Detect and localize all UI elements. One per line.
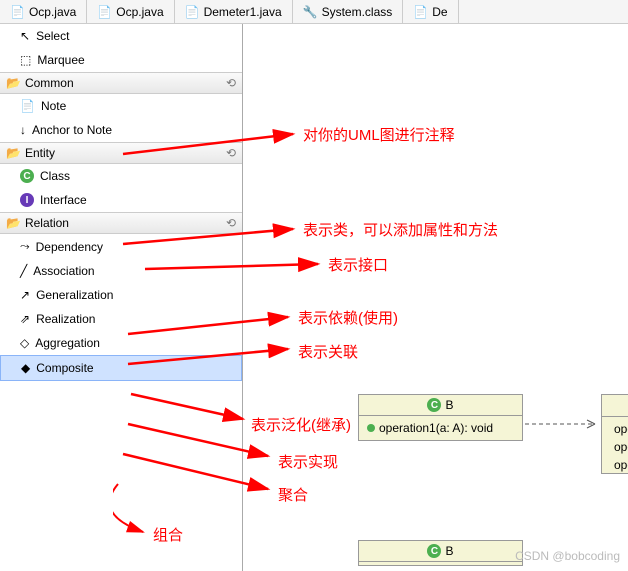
group-common[interactable]: 📂 Common ⟲ bbox=[0, 72, 242, 94]
item-label: Composite bbox=[36, 361, 93, 375]
note-icon: 📄 bbox=[20, 99, 35, 113]
palette: ↖ Select ⬚ Marquee 📂 Common ⟲ 📄 Note ↓ Anchor … bbox=[0, 24, 243, 571]
group-entity[interactable]: 📂 Entity ⟲ bbox=[0, 142, 242, 164]
uml-operation: ope bbox=[614, 422, 628, 436]
tab-label: Demeter1.java bbox=[204, 5, 282, 19]
annotation-composite: 组合 bbox=[153, 524, 183, 545]
group-label: Entity bbox=[25, 146, 55, 160]
palette-composite[interactable]: ◆ Composite bbox=[0, 355, 242, 381]
palette-anchor[interactable]: ↓ Anchor to Note bbox=[0, 118, 242, 142]
realization-icon: ⇗ bbox=[20, 312, 30, 326]
palette-dependency[interactable]: ⤳ Dependency bbox=[0, 234, 242, 259]
item-label: Note bbox=[41, 99, 66, 113]
java-file-icon: 📄 bbox=[413, 5, 428, 19]
tab-file[interactable]: 🔧 System.class bbox=[293, 0, 404, 23]
aggregation-icon: ◇ bbox=[20, 336, 29, 350]
class-icon: C bbox=[427, 398, 441, 412]
palette-marquee[interactable]: ⬚ Marquee bbox=[0, 48, 242, 72]
dependency-connector bbox=[525, 418, 605, 430]
tab-label: De bbox=[432, 5, 447, 19]
item-label: Interface bbox=[40, 193, 87, 207]
tab-label: Ocp.java bbox=[116, 5, 163, 19]
java-file-icon: 📄 bbox=[97, 5, 112, 19]
annotation-association: 表示关联 bbox=[298, 341, 358, 362]
tab-file[interactable]: 📄 Ocp.java bbox=[87, 0, 174, 23]
watermark: CSDN @bobcoding bbox=[515, 549, 620, 563]
uml-class-body: operation1(a: A): void bbox=[359, 416, 522, 440]
tab-label: System.class bbox=[322, 5, 393, 19]
composite-icon: ◆ bbox=[21, 361, 30, 375]
dependency-icon: ⤳ bbox=[20, 239, 30, 254]
uml-operation: ope bbox=[614, 458, 628, 472]
tab-file[interactable]: 📄 De bbox=[403, 0, 458, 23]
diagram-canvas[interactable]: 对你的UML图进行注释 表示类，可以添加属性和方法 表示接口 表示依赖(使用) … bbox=[243, 24, 628, 571]
item-label: Anchor to Note bbox=[32, 123, 112, 137]
tab-file[interactable]: 📄 Demeter1.java bbox=[175, 0, 293, 23]
palette-interface[interactable]: I Interface bbox=[0, 188, 242, 212]
uml-class-box-partial[interactable]: ope ope ope bbox=[601, 394, 628, 474]
editor-tabs: 📄 Ocp.java 📄 Ocp.java 📄 Demeter1.java 🔧 Syst… bbox=[0, 0, 628, 24]
palette-association[interactable]: ╱ Association bbox=[0, 259, 242, 283]
item-label: Select bbox=[36, 29, 69, 43]
java-file-icon: 📄 bbox=[185, 5, 200, 19]
group-label: Common bbox=[25, 76, 74, 90]
folder-icon: 📂 bbox=[6, 216, 21, 230]
annotation-aggregation: 聚合 bbox=[278, 484, 308, 505]
generalization-icon: ↗ bbox=[20, 288, 30, 302]
palette-realization[interactable]: ⇗ Realization bbox=[0, 307, 242, 331]
class-file-icon: 🔧 bbox=[303, 5, 318, 19]
method-visibility-icon bbox=[367, 424, 375, 432]
java-file-icon: 📄 bbox=[10, 5, 25, 19]
annotation-realization: 表示实现 bbox=[278, 451, 338, 472]
annotation-class: 表示类，可以添加属性和方法 bbox=[303, 219, 498, 240]
uml-class-header: CB bbox=[359, 541, 522, 562]
palette-class[interactable]: C Class bbox=[0, 164, 242, 188]
annotation-note: 对你的UML图进行注释 bbox=[303, 124, 455, 145]
item-label: Association bbox=[33, 264, 94, 278]
pin-icon[interactable]: ⟲ bbox=[226, 146, 236, 160]
interface-icon: I bbox=[20, 193, 34, 207]
folder-icon: 📂 bbox=[6, 146, 21, 160]
annotation-generalization: 表示泛化(继承) bbox=[251, 414, 351, 435]
tab-file[interactable]: 📄 Ocp.java bbox=[0, 0, 87, 23]
item-label: Generalization bbox=[36, 288, 113, 302]
group-label: Relation bbox=[25, 216, 69, 230]
uml-class-box[interactable]: CB bbox=[358, 540, 523, 566]
palette-generalization[interactable]: ↗ Generalization bbox=[0, 283, 242, 307]
association-icon: ╱ bbox=[20, 264, 27, 278]
uml-operation: operation1(a: A): void bbox=[379, 421, 493, 435]
palette-note[interactable]: 📄 Note bbox=[0, 94, 242, 118]
class-icon: C bbox=[427, 544, 441, 558]
cursor-icon: ↖ bbox=[20, 29, 30, 43]
item-label: Aggregation bbox=[35, 336, 100, 350]
folder-icon: 📂 bbox=[6, 76, 21, 90]
uml-class-title: B bbox=[445, 544, 453, 558]
anchor-icon: ↓ bbox=[20, 123, 26, 137]
tab-label: Ocp.java bbox=[29, 5, 76, 19]
pin-icon[interactable]: ⟲ bbox=[226, 76, 236, 90]
uml-class-box[interactable]: CB operation1(a: A): void bbox=[358, 394, 523, 441]
uml-operation: ope bbox=[614, 440, 628, 454]
uml-class-header: CB bbox=[359, 395, 522, 416]
uml-class-title: B bbox=[445, 398, 453, 412]
item-label: Class bbox=[40, 169, 70, 183]
item-label: Marquee bbox=[37, 53, 84, 67]
annotation-dependency: 表示依赖(使用) bbox=[298, 307, 398, 328]
palette-select[interactable]: ↖ Select bbox=[0, 24, 242, 48]
palette-aggregation[interactable]: ◇ Aggregation bbox=[0, 331, 242, 355]
item-label: Realization bbox=[36, 312, 95, 326]
group-relation[interactable]: 📂 Relation ⟲ bbox=[0, 212, 242, 234]
item-label: Dependency bbox=[36, 240, 103, 254]
class-icon: C bbox=[20, 169, 34, 183]
annotation-interface: 表示接口 bbox=[328, 254, 388, 275]
pin-icon[interactable]: ⟲ bbox=[226, 216, 236, 230]
marquee-icon: ⬚ bbox=[20, 53, 31, 67]
